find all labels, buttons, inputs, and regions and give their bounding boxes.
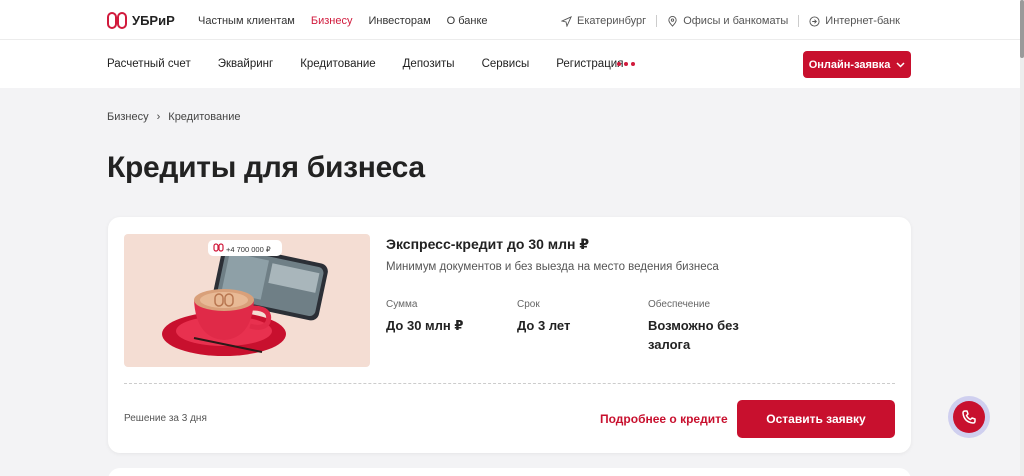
online-application-label: Онлайн-заявка	[808, 58, 891, 71]
breadcrumb-business[interactable]: Бизнесу	[107, 111, 149, 123]
topnav-about[interactable]: О банке	[447, 15, 488, 27]
credit-card: +4 700 000 ₽ Экспресс-кредит до 30 млн ₽…	[108, 217, 911, 453]
param-label: Срок	[517, 299, 540, 310]
scrollbar[interactable]	[1020, 0, 1024, 476]
nav-item-registration[interactable]: Регистрация	[556, 58, 623, 70]
breadcrumb-lending: Кредитование	[168, 111, 241, 123]
internet-bank-label: Интернет-банк	[825, 15, 900, 27]
scrollbar-thumb[interactable]	[1020, 0, 1024, 58]
page-title: Кредиты для бизнеса	[107, 151, 425, 184]
param-value: До 30 млн ₽	[386, 318, 464, 333]
next-card-peek	[108, 468, 911, 476]
topnav-business[interactable]: Бизнесу	[311, 15, 353, 27]
param-label: Сумма	[386, 299, 418, 310]
logo-text: УБРиР	[132, 13, 175, 28]
internet-bank-link[interactable]: Интернет-банк	[799, 15, 910, 27]
phone-icon	[962, 410, 976, 424]
param-value: До 3 лет	[517, 318, 571, 333]
breadcrumb: Бизнесу › Кредитование	[107, 111, 240, 123]
offices-link[interactable]: Офисы и банкоматы	[657, 15, 798, 27]
param-value: Возможно без залога	[648, 318, 739, 352]
dashed-divider	[124, 383, 895, 384]
topnav-investors[interactable]: Инвесторам	[368, 15, 430, 27]
top-bar: УБРиР Частным клиентам Бизнесу Инвестора…	[0, 0, 1020, 40]
nav-item-lending[interactable]: Кредитование	[300, 58, 375, 70]
call-button[interactable]	[948, 396, 990, 438]
logo[interactable]: УБРиР	[107, 12, 175, 29]
nav-item-deposits[interactable]: Депозиты	[403, 58, 455, 70]
chevron-right-icon: ›	[156, 111, 161, 123]
svg-text:+4 700 000 ₽: +4 700 000 ₽	[226, 245, 271, 254]
offices-label: Офисы и банкоматы	[683, 15, 789, 27]
card-title: Экспресс-кредит до 30 млн ₽	[386, 236, 590, 252]
product-image: +4 700 000 ₽	[124, 234, 370, 367]
chevron-down-icon	[896, 61, 905, 68]
topnav-private[interactable]: Частным клиентам	[198, 15, 295, 27]
coffee-phone-illustration: +4 700 000 ₽	[162, 240, 328, 356]
top-nav: Частным клиентам Бизнесу Инвесторам О ба…	[198, 15, 488, 27]
param-label: Обеспечение	[648, 299, 711, 310]
login-icon	[809, 15, 820, 27]
decision-time: Решение за 3 дня	[124, 413, 207, 424]
card-subtitle: Минимум документов и без выезда на место…	[386, 261, 719, 273]
nav-item-acquiring[interactable]: Эквайринг	[218, 58, 273, 70]
more-about-credit-link[interactable]: Подробнее о кредите	[600, 412, 728, 426]
more-menu-icon[interactable]	[617, 62, 635, 66]
logo-icon	[107, 12, 127, 29]
city-label: Екатеринбург	[576, 15, 647, 27]
location-arrow-icon	[560, 15, 572, 27]
nav-item-services[interactable]: Сервисы	[482, 58, 530, 70]
top-right-links: Екатеринбург Офисы и банкоматы Интернет-…	[551, 15, 910, 27]
nav-item-account[interactable]: Расчетный счет	[107, 58, 191, 70]
param-collateral: Обеспечение Возможно без залога	[648, 299, 768, 354]
apply-button[interactable]: Оставить заявку	[737, 400, 895, 438]
online-application-button[interactable]: Онлайн-заявка	[803, 51, 911, 78]
map-pin-icon	[668, 15, 677, 27]
param-amount: Сумма До 30 млн ₽	[386, 299, 463, 335]
city-selector[interactable]: Екатеринбург	[551, 15, 656, 27]
param-term: Срок До 3 лет	[517, 299, 570, 335]
